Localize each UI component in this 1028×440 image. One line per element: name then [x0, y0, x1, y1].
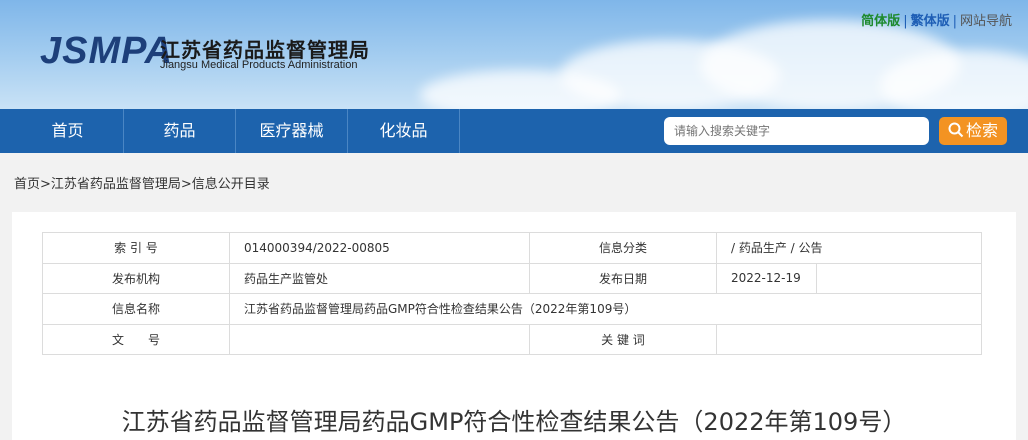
publisher-label: 发布机构 [42, 262, 230, 294]
date-value: 2022-12-19 [716, 262, 817, 294]
search-button-label: 检索 [965, 121, 998, 140]
simplified-link[interactable]: 简体版 [861, 14, 900, 29]
search-icon [948, 122, 964, 138]
site-nav-link[interactable]: 网站导航 [960, 14, 1012, 29]
docno-value [229, 323, 530, 355]
name-label: 信息名称 [42, 293, 230, 325]
keywords-value [716, 323, 982, 355]
docno-label: 文 号 [42, 323, 230, 355]
table-row: 发布机构 药品生产监管处 发布日期 2022-12-19 [42, 262, 982, 294]
breadcrumb[interactable]: 首页>江苏省药品监督管理局>信息公开目录 [14, 173, 270, 192]
header-banner: JSMPA 江苏省药品监督管理局 Jiangsu Medical Product… [0, 0, 1028, 109]
nav-item-devices[interactable]: 医疗器械 [236, 109, 348, 153]
nav-item-cosmetics[interactable]: 化妆品 [348, 109, 460, 153]
article-title: 江苏省药品监督管理局药品GMP符合性检查结果公告（2022年第109号） [121, 408, 907, 436]
table-row: 文 号 关 键 词 [42, 323, 982, 355]
category-label: 信息分类 [529, 232, 717, 264]
org-name-en: Jiangsu Medical Products Administration [160, 59, 358, 71]
search-button[interactable]: 检索 [939, 117, 1007, 145]
link-separator: | [903, 14, 908, 29]
traditional-link[interactable]: 繁体版 [911, 14, 950, 29]
publisher-value: 药品生产监管处 [229, 262, 530, 294]
link-separator: | [952, 14, 957, 29]
nav-item-drugs[interactable]: 药品 [124, 109, 236, 153]
date-label: 发布日期 [529, 262, 717, 294]
name-value: 江苏省药品监督管理局药品GMP符合性检查结果公告（2022年第109号） [229, 293, 982, 325]
category-value: / 药品生产 / 公告 [716, 232, 982, 264]
index-value: 014000394/2022-00805 [229, 232, 530, 264]
keywords-label: 关 键 词 [529, 323, 717, 355]
index-label: 索 引 号 [42, 232, 230, 264]
nav-item-home[interactable]: 首页 [12, 109, 124, 153]
search-input[interactable] [664, 117, 929, 145]
table-row: 索 引 号 014000394/2022-00805 信息分类 / 药品生产 /… [42, 232, 982, 264]
info-table: 索 引 号 014000394/2022-00805 信息分类 / 药品生产 /… [42, 232, 982, 355]
table-row: 信息名称 江苏省药品监督管理局药品GMP符合性检查结果公告（2022年第109号… [42, 293, 982, 325]
version-links: 简体版 | 繁体版 | 网站导航 [861, 10, 1012, 29]
logo-mark[interactable]: JSMPA [40, 30, 173, 73]
empty-cell [816, 262, 982, 294]
